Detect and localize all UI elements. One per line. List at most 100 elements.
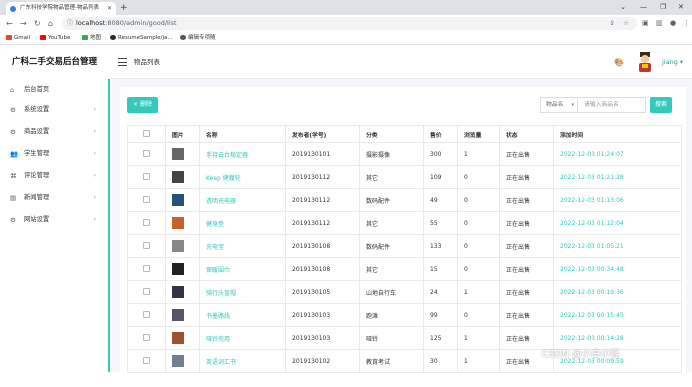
favicon-icon <box>10 6 16 12</box>
home-icon: ⌂ <box>10 86 15 94</box>
product-thumbnail[interactable] <box>172 240 184 252</box>
row-checkbox[interactable] <box>143 333 150 341</box>
forward-icon[interactable]: → <box>20 15 27 32</box>
sidebar-item-system-settings[interactable]: ⚙ 系统设置 › <box>0 99 108 121</box>
bookmark-github[interactable]: ResumeSample/ja... <box>110 32 173 45</box>
row-publisher: 2019130112 <box>285 188 360 212</box>
table-row: 健身垫 2019130112 其它 55 0 正在出售 2022-12-03 01:12:0… <box>127 211 682 235</box>
search-field-select[interactable]: 物品名 ▾ <box>540 97 578 113</box>
browser-tab[interactable]: 广东科技学院物品管理-物品列表 ✕ <box>6 2 116 15</box>
search-input[interactable]: 请输入商品名 <box>578 97 646 113</box>
share-icon[interactable]: ⇪ <box>610 17 615 30</box>
address-bar-row: ← → ↻ ⌂ ⓘ localhost:8080/admin/good/list… <box>0 15 692 32</box>
extensions-icon[interactable]: ▣ <box>642 15 649 32</box>
select-all-checkbox-cell <box>127 125 166 143</box>
row-checkbox-cell <box>127 326 166 350</box>
chevron-right-icon: › <box>93 150 96 157</box>
row-views: 1 <box>457 142 500 166</box>
row-checkbox[interactable] <box>143 149 150 157</box>
bookmark-youtube[interactable]: YouTube <box>40 32 70 45</box>
sidebar-item-site-settings[interactable]: ⚙ 网站设置 › <box>0 209 108 231</box>
url-field[interactable]: ⓘ localhost:8080/admin/good/list ⇪ ☆ <box>62 17 637 30</box>
table-row: 充电宝 2019130108 数码配件 133 0 正在出售 2022-12-03 01:0… <box>127 234 682 258</box>
sidebar-item-students[interactable]: 👥 学生管理 › <box>0 143 108 165</box>
bookmark-gmail[interactable]: Gmail <box>6 32 30 45</box>
select-value: 物品名 <box>546 102 564 108</box>
row-checkbox[interactable] <box>143 264 150 272</box>
row-status: 正在出售 <box>499 165 554 189</box>
product-thumbnail[interactable] <box>172 355 184 367</box>
bookmark-maps[interactable]: 地图 <box>82 32 101 45</box>
sidepanel-icon[interactable]: ▥ <box>656 15 663 32</box>
browser-tab-bar: 广东科技学院物品管理-物品列表 ✕ + ⌄ — ❐ ✕ <box>0 0 692 15</box>
product-thumbnail[interactable] <box>172 171 184 183</box>
minimize-icon[interactable]: — <box>640 0 647 15</box>
sidebar-item-goods-settings[interactable]: ⚙ 商品设置 › <box>0 121 108 143</box>
row-name[interactable]: 书墨路线 <box>199 303 286 327</box>
menu-toggle-icon[interactable] <box>118 58 127 69</box>
delete-button[interactable]: × 删除 <box>127 97 158 113</box>
row-image-cell <box>165 142 200 166</box>
browser-tab-title: 广东科技学院物品管理-物品列表 <box>20 5 99 11</box>
row-checkbox[interactable] <box>143 310 150 318</box>
row-name[interactable]: 透明充电器 <box>199 188 286 212</box>
info-icon[interactable]: ⓘ <box>67 17 73 30</box>
product-thumbnail[interactable] <box>172 194 184 206</box>
bookmark-star-icon[interactable]: ☆ <box>623 17 629 30</box>
row-publisher: 2019130112 <box>285 165 360 189</box>
column-header: 分类 <box>359 125 424 143</box>
back-icon[interactable]: ← <box>6 15 13 32</box>
restore-icon[interactable]: ❐ <box>660 0 666 15</box>
row-price: 49 <box>423 188 458 212</box>
row-checkbox[interactable] <box>143 287 150 295</box>
row-time: 2022-12-03 00:15:45 <box>553 303 682 327</box>
product-thumbnail[interactable] <box>172 309 184 321</box>
row-name[interactable]: 健身垫 <box>199 211 286 235</box>
row-checkbox[interactable] <box>143 195 150 203</box>
product-thumbnail[interactable] <box>172 263 184 275</box>
browser-menu-icon[interactable]: ⋮ <box>683 15 690 32</box>
bookmark-misc[interactable]: 编辑专项随 <box>180 32 216 45</box>
url-path: :8080/admin/good/list <box>105 19 177 27</box>
row-name[interactable]: Keep 健腹轮 <box>199 165 286 189</box>
home-icon[interactable]: ⌂ <box>48 15 53 32</box>
row-name[interactable]: 哑铃壳用 <box>199 326 286 350</box>
row-name[interactable]: 保暖围巾 <box>199 257 286 281</box>
sidebar-item-home[interactable]: ⌂ 后台首页 <box>0 79 108 101</box>
row-publisher: 2019130108 <box>285 234 360 258</box>
sidebar-item-news[interactable]: ▤ 新闻管理 › <box>0 187 108 209</box>
product-thumbnail[interactable] <box>172 286 184 298</box>
sidebar-item-comments[interactable]: ⌘ 评论管理 › <box>0 165 108 187</box>
close-tab-icon[interactable]: ✕ <box>107 2 112 15</box>
app-brand[interactable]: 广科二手交易后台管理 <box>0 46 110 79</box>
sidebar-item-label: 学生管理 <box>24 150 50 157</box>
new-tab-button[interactable]: + <box>120 2 128 14</box>
reload-icon[interactable]: ↻ <box>34 15 41 32</box>
username-dropdown[interactable]: jiang ▾ <box>662 46 683 79</box>
caret-down-icon: ▾ <box>679 58 684 66</box>
product-thumbnail[interactable] <box>172 217 184 229</box>
row-name[interactable]: 骑行头盔帽 <box>199 280 286 304</box>
row-publisher: 2019130102 <box>285 349 360 373</box>
bookmark-site-icon <box>180 35 186 40</box>
select-all-checkbox[interactable] <box>143 129 150 137</box>
palette-icon[interactable]: 🎨 <box>614 58 624 67</box>
column-header: 名称 <box>199 125 286 143</box>
window-close-icon[interactable]: ✕ <box>678 0 684 15</box>
row-checkbox-cell <box>127 165 166 189</box>
tab-search-icon[interactable]: ⌄ <box>620 0 626 15</box>
product-thumbnail[interactable] <box>172 332 184 344</box>
row-checkbox[interactable] <box>143 218 150 226</box>
search-button[interactable]: 搜索 <box>650 97 672 113</box>
product-thumbnail[interactable] <box>172 148 184 160</box>
bookmark-label: ResumeSample/ja... <box>118 35 173 41</box>
avatar[interactable] <box>636 51 654 73</box>
row-name[interactable]: 英语词汇书 <box>199 349 286 373</box>
row-name[interactable]: 充电宝 <box>199 234 286 258</box>
row-checkbox[interactable] <box>143 241 150 249</box>
row-category: 其它 <box>359 211 424 235</box>
profile-icon[interactable]: ● <box>670 15 676 32</box>
row-checkbox[interactable] <box>143 172 150 180</box>
row-checkbox[interactable] <box>143 356 150 364</box>
row-name[interactable]: 手持云台稳定器 <box>199 142 286 166</box>
